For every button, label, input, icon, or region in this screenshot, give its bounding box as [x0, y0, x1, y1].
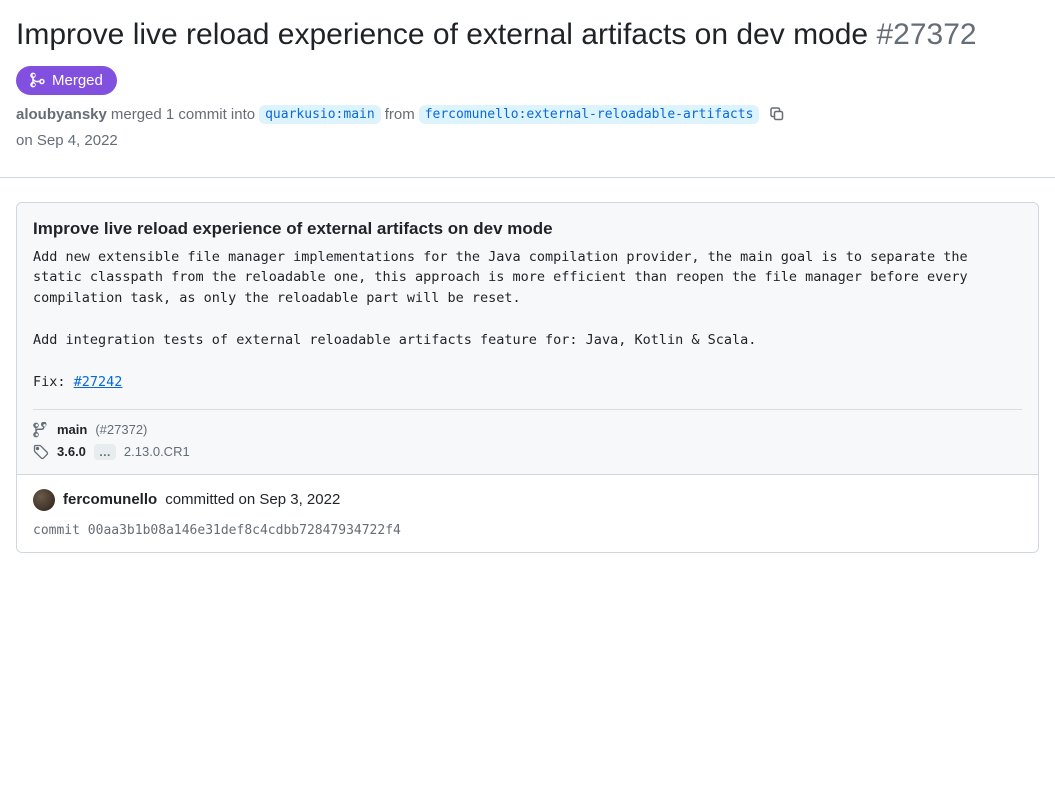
section-divider — [0, 177, 1055, 178]
commit-author[interactable]: fercomunello — [63, 491, 157, 508]
refs-section: main (#27372) 3.6.0 … 2.13.0.CR1 — [33, 409, 1022, 460]
commit-sha[interactable]: 00aa3b1b08a146e31def8c4cdbb72847934722f4 — [88, 523, 401, 538]
fix-issue-link[interactable]: #27242 — [74, 374, 123, 390]
branch-ref-line: main (#27372) — [33, 422, 1022, 438]
merge-summary: aloubyansky merged 1 commit into quarkus… — [16, 105, 1039, 124]
committed-date: committed on Sep 3, 2022 — [165, 491, 340, 508]
head-branch-label[interactable]: fercomunello:external-reloadable-artifac… — [419, 105, 760, 124]
base-branch-label[interactable]: quarkusio:main — [259, 105, 381, 124]
tag-primary[interactable]: 3.6.0 — [57, 444, 86, 459]
commit-body: Add new extensible file manager implemen… — [33, 247, 1022, 393]
branch-name[interactable]: main — [57, 422, 87, 437]
merged-date: on Sep 4, 2022 — [16, 132, 1039, 149]
branch-pr-ref[interactable]: (#27372) — [95, 422, 147, 437]
commit-meta: fercomunello committed on Sep 3, 2022 co… — [17, 475, 1038, 552]
commit-card: Improve live reload experience of extern… — [16, 202, 1039, 553]
status-badge: Merged — [16, 66, 117, 95]
expand-tags-button[interactable]: … — [94, 444, 116, 460]
git-branch-icon — [33, 422, 49, 438]
commit-title: Improve live reload experience of extern… — [33, 219, 1022, 239]
page-title: Improve live reload experience of extern… — [16, 16, 977, 54]
commit-sha-row: commit 00aa3b1b08a146e31def8c4cdbb728479… — [33, 523, 1022, 538]
git-merge-icon — [30, 72, 46, 88]
tag-ref-line: 3.6.0 … 2.13.0.CR1 — [33, 444, 1022, 460]
merger-username[interactable]: aloubyansky — [16, 106, 107, 123]
tag-icon — [33, 444, 49, 460]
copy-icon[interactable] — [769, 106, 785, 122]
commit-header: Improve live reload experience of extern… — [17, 203, 1038, 475]
tag-secondary[interactable]: 2.13.0.CR1 — [124, 444, 190, 459]
issue-number: #27372 — [876, 18, 976, 51]
avatar[interactable] — [33, 489, 55, 511]
status-label: Merged — [52, 72, 103, 89]
